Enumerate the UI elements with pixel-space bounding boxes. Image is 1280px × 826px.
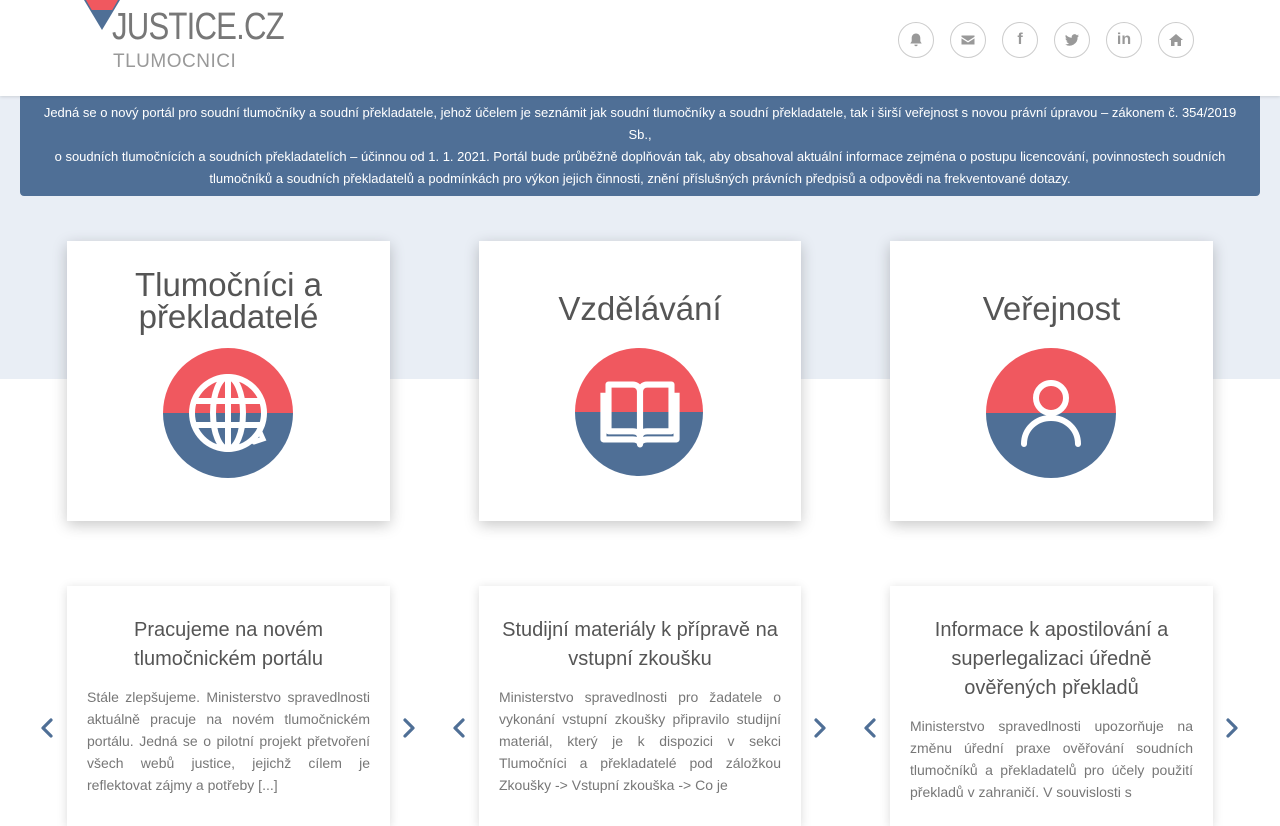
bell-icon[interactable]: [898, 22, 934, 58]
category-card-education[interactable]: Vzdělávání: [479, 241, 801, 521]
carousel-next-icon[interactable]: [812, 716, 828, 740]
news-excerpt: Ministerstvo spravedlnosti pro žadatele …: [499, 689, 781, 793]
news-title[interactable]: Studijní materiály k přípravě na vstupní…: [499, 616, 781, 674]
news-excerpt: Ministerstvo spravedlnosti upozorňuje na…: [910, 718, 1193, 800]
category-card-public[interactable]: Veřejnost: [890, 241, 1213, 521]
globe-icon: [163, 348, 293, 478]
news-title[interactable]: Informace k apostilování a superlegaliza…: [910, 616, 1193, 703]
book-icon: [575, 348, 703, 476]
category-title: Vzdělávání: [558, 290, 722, 327]
facebook-glyph: f: [1017, 31, 1023, 48]
twitter-icon[interactable]: [1054, 22, 1090, 58]
person-icon: [986, 348, 1116, 478]
site-header: JUSTICE.CZ TLUMOCNICI f in: [0, 0, 1280, 96]
category-title-line-2: překladatelé: [138, 298, 319, 335]
intro-banner: Jedná se o nový portál pro soudní tlumoč…: [20, 96, 1260, 196]
carousel-next-icon[interactable]: [1224, 716, 1240, 740]
carousel-prev-icon[interactable]: [39, 716, 55, 740]
carousel-prev-icon[interactable]: [451, 716, 467, 740]
category-title-line-1: Tlumočníci a: [134, 266, 323, 303]
logo-title: JUSTICE.CZ: [112, 6, 285, 48]
banner-line-1: Jedná se o nový portál pro soudní tlumoč…: [43, 105, 1237, 142]
envelope-icon[interactable]: [950, 22, 986, 58]
news-card[interactable]: Pracujeme na novém tlumočnickém portálu …: [67, 586, 390, 826]
justice-logo[interactable]: JUSTICE.CZ TLUMOCNICI: [84, 0, 285, 80]
banner-line-2: o soudních tlumočnících a soudních překl…: [54, 149, 1226, 186]
carousel-next-icon[interactable]: [401, 716, 417, 740]
news-card[interactable]: Studijní materiály k přípravě na vstupní…: [479, 586, 801, 826]
linkedin-icon[interactable]: in: [1106, 22, 1142, 58]
linkedin-glyph: in: [1116, 31, 1132, 48]
logo-subtitle: TLUMOCNICI: [113, 51, 237, 72]
category-title: Veřejnost: [982, 290, 1121, 327]
category-card-translators[interactable]: Tlumočníci a překladatelé: [67, 241, 390, 521]
carousel-prev-icon[interactable]: [862, 716, 878, 740]
news-title[interactable]: Pracujeme na novém tlumočnickém portálu: [87, 616, 370, 674]
home-icon[interactable]: [1158, 22, 1194, 58]
facebook-icon[interactable]: f: [1002, 22, 1038, 58]
news-card[interactable]: Informace k apostilování a superlegaliza…: [890, 586, 1213, 826]
news-excerpt: Stále zlepšujeme. Ministerstvo spravedln…: [87, 689, 370, 793]
